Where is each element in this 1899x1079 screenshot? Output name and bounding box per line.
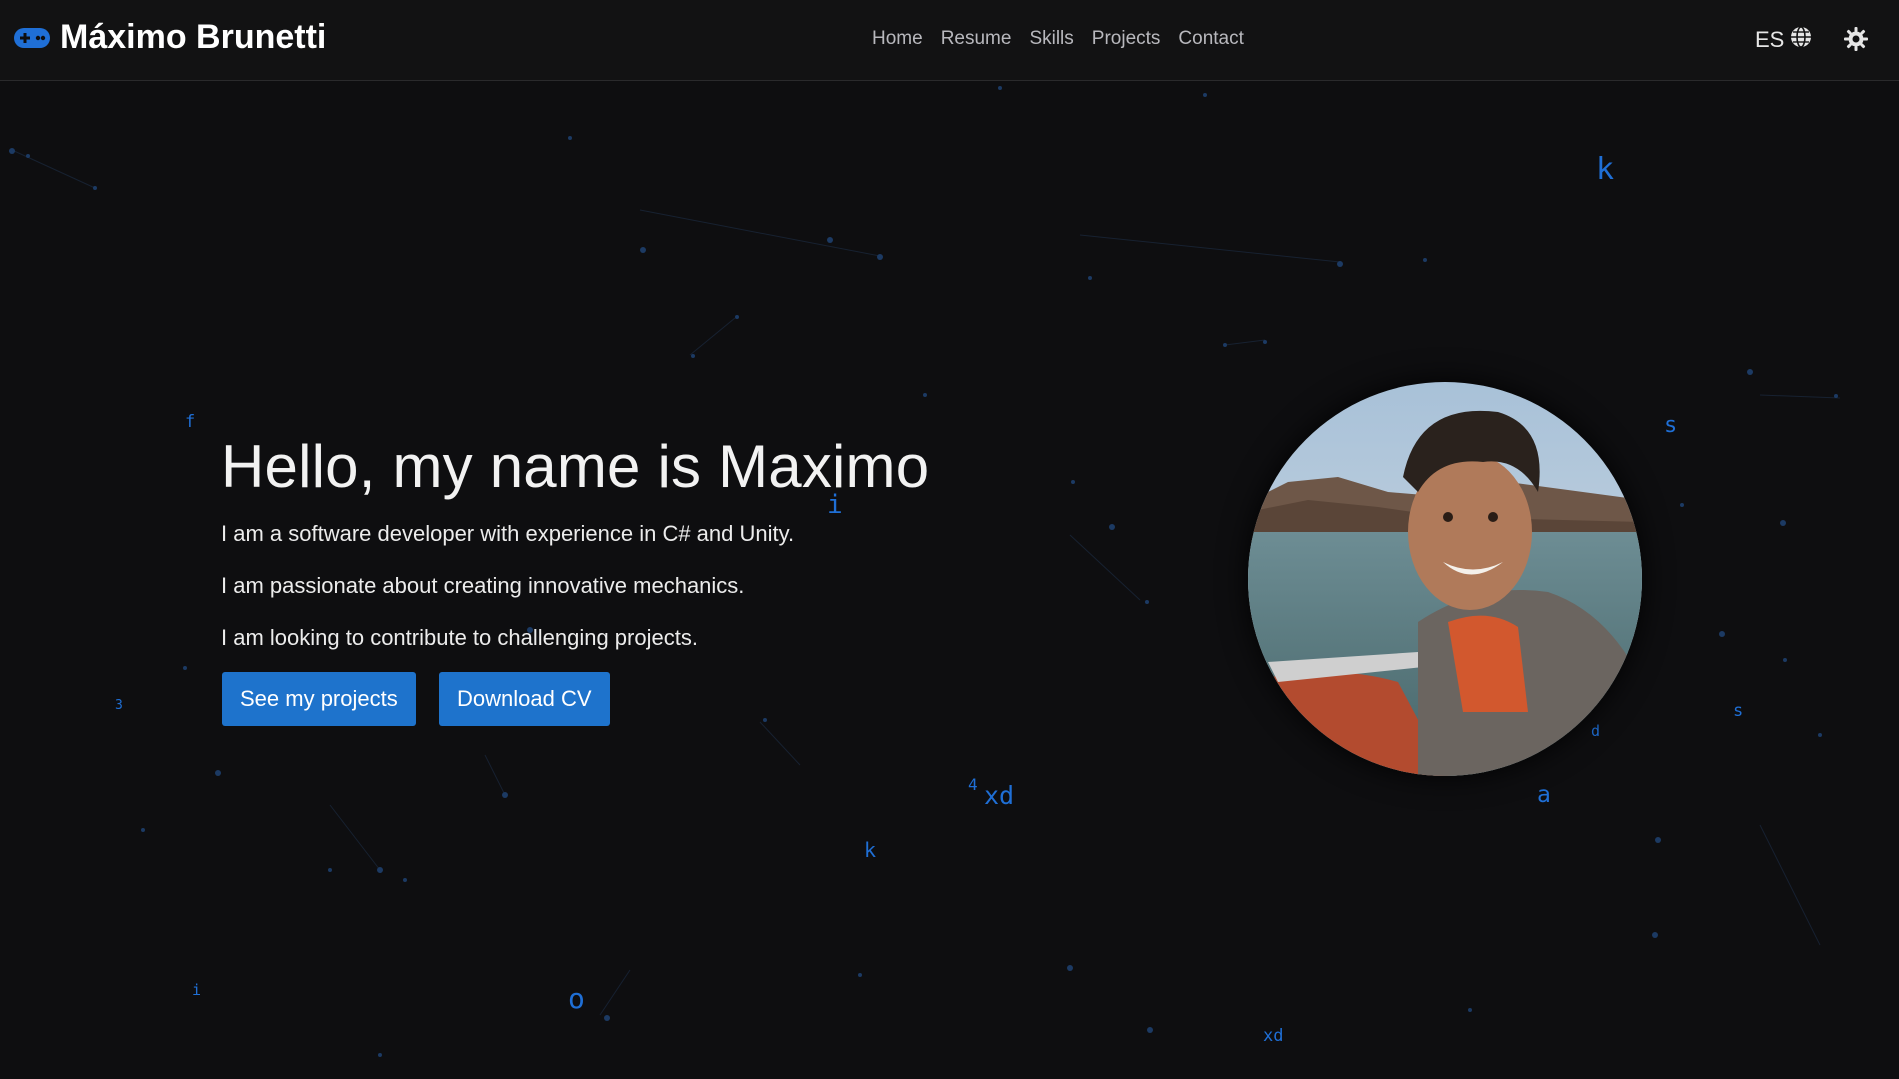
hero-line-1: I am a software developer with experienc… [221,521,795,546]
gamepad-icon [14,27,50,49]
portfolio-page: k s f i s d 3 4 xd a k i o xd Máximo Bru… [0,0,1899,1079]
floating-char: 4 [968,775,978,794]
floating-char: k [1596,152,1615,187]
nav-contact[interactable]: Contact [1178,28,1243,50]
nav-skills[interactable]: Skills [1029,28,1073,50]
language-switch[interactable]: ES [1755,26,1812,54]
see-projects-button[interactable]: See my projects [222,672,416,726]
theme-toggle-button[interactable] [1842,25,1870,53]
profile-photo [1248,382,1642,776]
nav-resume[interactable]: Resume [941,28,1012,50]
floating-char: xd [1263,1026,1284,1046]
floating-char: xd [984,781,1015,810]
language-label: ES [1755,27,1785,52]
top-navbar: Máximo Brunetti Home Resume Skills Proje… [0,0,1899,81]
nav-projects[interactable]: Projects [1092,28,1161,50]
floating-char: d [1591,722,1601,740]
globe-icon [1790,26,1812,54]
floating-char: s [1664,413,1678,438]
floating-char: s [1733,701,1744,721]
download-cv-button[interactable]: Download CV [439,672,610,726]
hero-title: Hello, my name is Maximo [221,433,930,500]
brand-link[interactable]: Máximo Brunetti [14,18,326,57]
nav-home[interactable]: Home [872,28,923,50]
floating-char: f [185,412,196,432]
floating-char: a [1537,782,1551,808]
hero-line-3: I am looking to contribute to challengin… [221,625,698,650]
main-nav: Home Resume Skills Projects Contact [872,28,1244,50]
hero-line-2: I am passionate about creating innovativ… [221,573,745,598]
floating-char: 3 [115,698,123,713]
sun-gear-icon [1842,27,1870,57]
brand-name: Máximo Brunetti [60,18,327,56]
floating-char: k [864,838,877,862]
floating-char: o [568,982,585,1015]
floating-char: i [192,981,202,999]
